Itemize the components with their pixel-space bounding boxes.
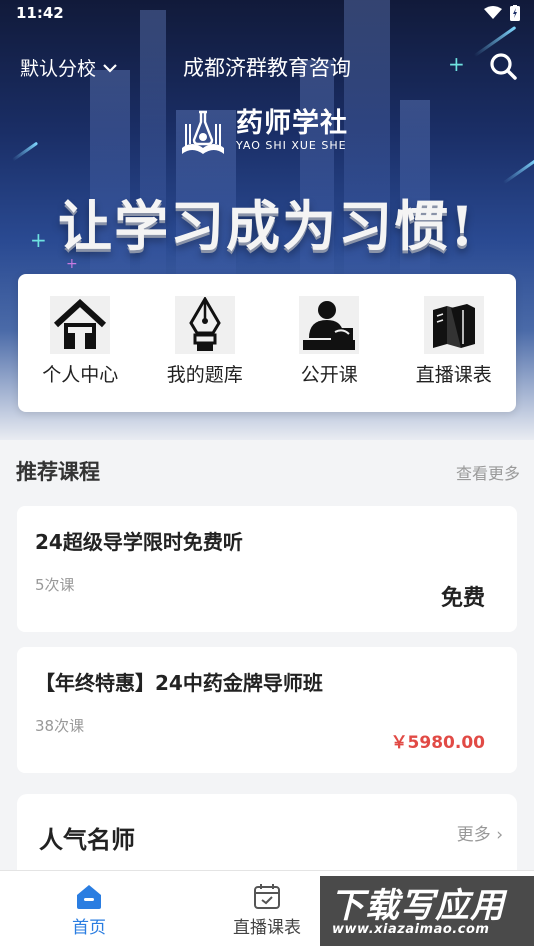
- quick-nav-label: 公开课: [300, 364, 358, 386]
- quick-nav-label: 我的题库: [166, 364, 243, 386]
- course-lesson-count: 5次课: [35, 576, 75, 594]
- view-more-link[interactable]: 查看更多: [456, 460, 520, 484]
- search-icon[interactable]: [488, 51, 518, 81]
- quick-nav-open-course[interactable]: 公开课: [267, 274, 392, 412]
- banner-slogan: 让学习成为习惯!: [58, 194, 476, 258]
- brand-name-cn: 药师学社: [236, 107, 348, 139]
- calendar-icon: [254, 884, 280, 909]
- recommended-title: 推荐课程: [16, 460, 100, 484]
- course-card[interactable]: 24超级导学限时免费听 5次课 免费: [17, 506, 517, 632]
- tab-home[interactable]: 首页: [29, 883, 149, 938]
- quick-nav-label: 直播课表: [415, 364, 492, 386]
- home-tab-icon: [77, 885, 101, 909]
- quick-nav-live-schedule[interactable]: 直播课表: [392, 274, 517, 412]
- course-lesson-count: 38次课: [35, 717, 85, 735]
- course-price: ￥5980.00: [390, 733, 485, 753]
- top-bar: 默认分校 成都济群教育咨询: [0, 46, 534, 86]
- status-time: 11:42: [16, 4, 64, 22]
- quick-nav-label: 个人中心: [42, 364, 119, 386]
- tab-live-schedule[interactable]: 直播课表: [207, 883, 327, 938]
- course-card[interactable]: 【年终特惠】24中药金牌导师班 38次课 ￥5980.00: [17, 647, 517, 773]
- recommended-section-header: 推荐课程 查看更多: [16, 456, 520, 486]
- home-icon: [50, 296, 111, 354]
- watermark-title: 下载写应用: [330, 886, 505, 926]
- pen-nib-icon: [174, 296, 235, 354]
- course-title: 【年终特惠】24中药金牌导师班: [35, 671, 323, 695]
- teachers-title: 人气名师: [39, 826, 135, 854]
- course-price: 免费: [440, 586, 485, 611]
- status-bar: 11:42: [0, 0, 534, 28]
- app-screen: + + + 11:42 默认分校 成都济群教育咨询 药师学社 YAO SHI X…: [0, 0, 534, 950]
- brand-logo: 药师学社 YAO SHI XUE SHE: [178, 104, 348, 156]
- brand-name-en: YAO SHI XUE SHE: [236, 138, 347, 152]
- books-icon: [423, 296, 484, 354]
- watermark-overlay: 下载写应用 www.xiazaimao.com: [320, 876, 534, 946]
- lecturer-icon: [299, 296, 360, 354]
- quick-nav-question-bank[interactable]: 我的题库: [143, 274, 268, 412]
- org-title: 成都济群教育咨询: [183, 56, 351, 80]
- quick-nav-card: 个人中心 我的题库 公开课 直播课表: [18, 274, 516, 412]
- flask-book-logo-icon: [182, 110, 224, 154]
- tab-label: 首页: [72, 918, 106, 938]
- wifi-icon: [484, 6, 502, 19]
- status-icons: [484, 5, 520, 21]
- course-title: 24超级导学限时免费听: [35, 530, 243, 554]
- watermark-url: www.xiazaimao.com: [332, 922, 490, 937]
- tab-label: 直播课表: [233, 918, 301, 938]
- battery-icon: [510, 5, 520, 21]
- teachers-more-link[interactable]: 更多 ›: [457, 820, 503, 845]
- quick-nav-personal-center[interactable]: 个人中心: [18, 274, 143, 412]
